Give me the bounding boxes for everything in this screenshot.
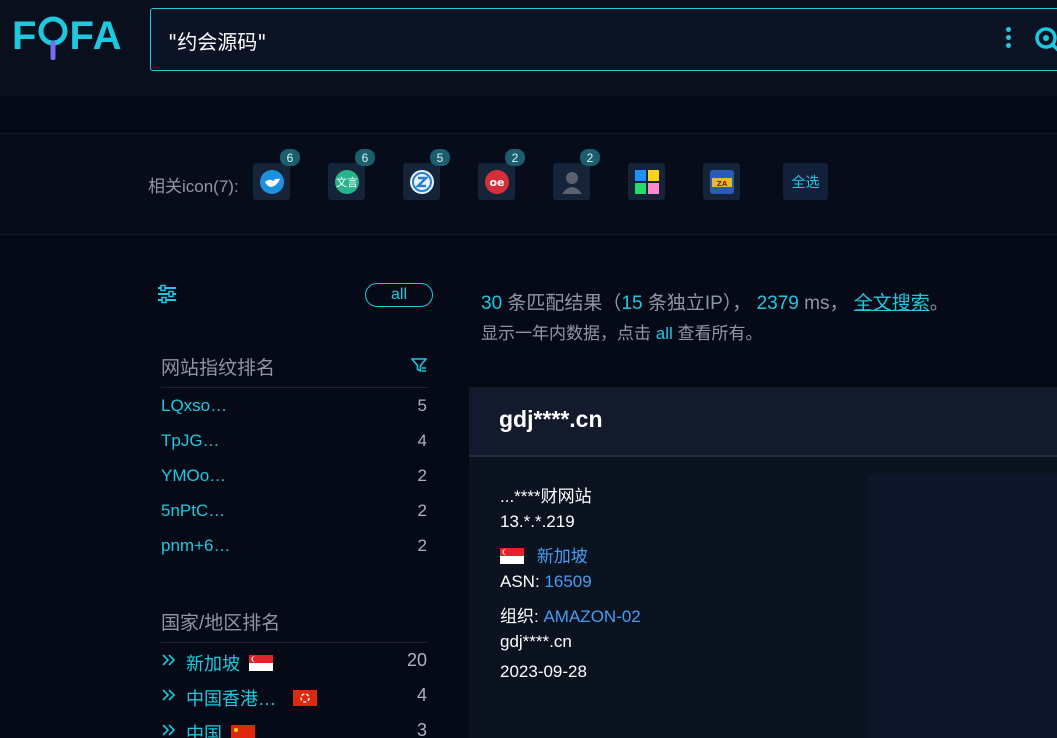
fingerprint-row[interactable]: YMOo… 2 [161, 466, 427, 488]
logo-letter-f: F [12, 13, 38, 58]
related-icons-bar: 相关icon(7): 6 文言 6 5 oe 2 2 ZA 全选 [0, 134, 1057, 234]
funnel-icon[interactable] [410, 357, 428, 373]
result-domain: gdj****.cn [500, 632, 572, 651]
note-suffix: 查看所有。 [677, 324, 763, 343]
app-logo-icon[interactable]: ZA [703, 163, 740, 200]
country-ranking-title: 国家/地区排名 [161, 613, 281, 634]
country-count: 3 [416, 720, 427, 738]
result-asn: ASN: 16509 [500, 572, 592, 592]
svg-text:ZA: ZA [716, 180, 727, 188]
tiles-icon[interactable] [628, 163, 665, 200]
result-country[interactable]: 新加坡 [500, 542, 588, 567]
country-row[interactable]: 新加坡 20 [161, 650, 427, 674]
result-ip[interactable]: 13.*.*.219 [500, 512, 575, 532]
response-preview-pane [868, 475, 1057, 738]
fingerprint-count: 2 [417, 466, 427, 485]
fingerprint-count: 2 [417, 501, 427, 520]
country-row[interactable]: 中国香港… 4 [161, 685, 427, 709]
unique-ip-count: 15 [621, 293, 643, 314]
fingerprint-count: 4 [417, 431, 427, 450]
fingerprint-count: 2 [417, 536, 427, 555]
search-input[interactable] [168, 27, 968, 53]
result-date: 2023-09-28 [500, 662, 587, 681]
summary-end: 。 [929, 293, 949, 314]
results-note: 显示一年内数据，点击 all 查看所有。 [481, 319, 762, 344]
country-count: 4 [416, 685, 427, 705]
logo-letters-fa: FA [69, 13, 123, 58]
country-name[interactable]: 中国 [186, 720, 222, 738]
result-host-link[interactable]: gdj****.cn [499, 406, 603, 433]
search-icon[interactable] [1033, 25, 1057, 55]
org-label: 组织: [500, 607, 539, 626]
icon-count-badge: 6 [355, 149, 375, 166]
asn-link[interactable]: 16509 [544, 572, 591, 591]
header: F FA [0, 0, 1057, 96]
fingerprint-row[interactable]: LQxso… 5 [161, 396, 427, 418]
result-card-header: gdj****.cn [469, 387, 1057, 455]
result-org: 组织: AMAZON-02 [500, 602, 641, 627]
icon-count-badge: 2 [580, 149, 600, 166]
query-time: 2379 [756, 293, 799, 314]
fingerprint-name[interactable]: pnm+6… [161, 536, 230, 556]
fingerprint-name[interactable]: LQxso… [161, 396, 227, 416]
hong-kong-flag-icon [293, 690, 317, 706]
icon-count-badge: 5 [430, 149, 450, 166]
country-count: 20 [406, 650, 427, 670]
z-logo-icon[interactable]: 5 [403, 149, 450, 200]
fingerprint-row[interactable]: TpJG… 4 [161, 431, 427, 453]
query-time-suffix: ms， [804, 293, 849, 314]
note-prefix: 显示一年内数据，点击 [481, 324, 651, 343]
all-toggle-button[interactable]: all [365, 283, 433, 307]
icon-count-badge: 2 [505, 149, 525, 166]
fingerprint-row[interactable]: pnm+6… 2 [161, 536, 427, 558]
fingerprint-ranking-title: 网站指纹排名 [161, 358, 276, 379]
icon-count-badge: 6 [280, 149, 300, 166]
search-box [150, 8, 1057, 71]
related-icons-label: 相关icon(7): [148, 177, 239, 196]
asn-label: ASN: [500, 572, 540, 591]
more-options-icon[interactable] [1003, 27, 1013, 51]
double-chevron-right-icon [162, 654, 176, 666]
double-chevron-right-icon [162, 689, 176, 701]
bird-icon[interactable]: 6 [253, 149, 300, 200]
filter-settings-icon[interactable] [157, 284, 177, 304]
svg-text:oe: oe [489, 176, 504, 189]
fingerprint-name[interactable]: TpJG… [161, 431, 220, 451]
select-all-button[interactable]: 全选 [783, 163, 828, 200]
org-link[interactable]: AMAZON-02 [543, 607, 640, 626]
result-count-suffix: 条匹配结果（ [507, 293, 622, 314]
china-flag-icon [231, 725, 255, 738]
country-row[interactable]: 中国 3 [161, 720, 427, 738]
divider [161, 387, 427, 388]
chat-icon[interactable]: 文言 6 [328, 149, 375, 200]
result-count: 30 [481, 293, 503, 314]
fingerprint-name[interactable]: 5nPtC… [161, 501, 225, 521]
svg-text:文言: 文言 [336, 175, 358, 189]
unique-ip-suffix: 条独立IP）， [647, 293, 752, 314]
divider [0, 234, 1057, 235]
double-chevron-right-icon [162, 724, 176, 736]
country-name[interactable]: 新加坡 [186, 650, 240, 676]
fingerprint-count: 5 [417, 396, 427, 415]
results-summary: 30 条匹配结果（15 条独立IP）， 2379 ms， 全文搜索。 [481, 288, 949, 315]
result-country-name[interactable]: 新加坡 [537, 547, 588, 566]
country-name[interactable]: 中国香港… [186, 685, 276, 711]
singapore-flag-icon [249, 655, 273, 671]
fingerprint-row[interactable]: 5nPtC… 2 [161, 501, 427, 523]
logo-pin-icon [38, 14, 68, 61]
fulltext-search-link[interactable]: 全文搜索 [854, 293, 930, 314]
result-title: ...****财网站 [500, 487, 592, 506]
oe-logo-icon[interactable]: oe 2 [478, 149, 525, 200]
fingerprint-name[interactable]: YMOo… [161, 466, 226, 486]
person-icon[interactable]: 2 [553, 149, 600, 200]
show-all-link[interactable]: all [656, 324, 673, 343]
divider [161, 642, 427, 643]
fofa-logo[interactable]: F FA [12, 8, 132, 64]
singapore-flag-icon [500, 548, 524, 564]
result-card-body: ...****财网站 13.*.*.219 新加坡 ASN: 16509 组织:… [469, 457, 1057, 738]
